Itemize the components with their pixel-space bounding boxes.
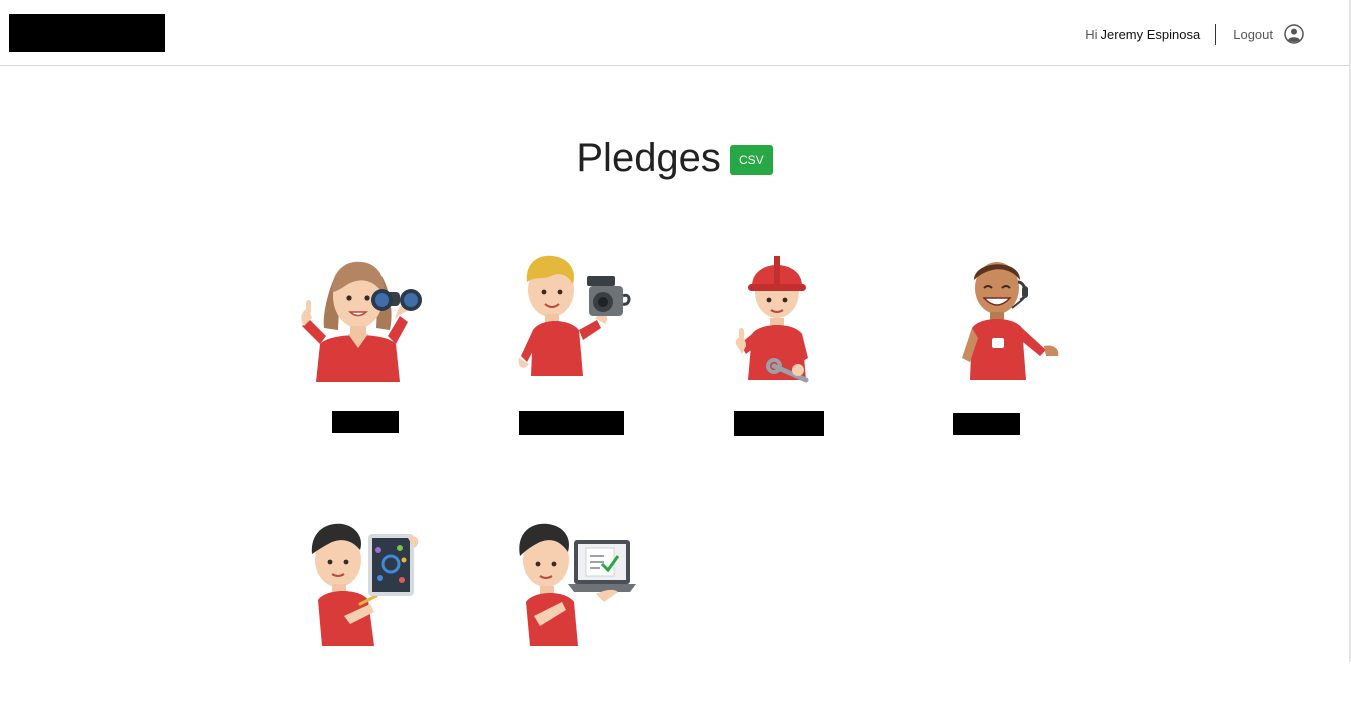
logout-link[interactable]: Logout (1233, 27, 1273, 42)
video-camera-man-illustration (518, 255, 631, 376)
user-circle-icon[interactable] (1284, 24, 1304, 44)
greeting-prefix: Hi (1085, 26, 1098, 42)
pledge-name-redacted (953, 413, 1020, 435)
csv-export-button[interactable]: CSV (729, 145, 773, 175)
pledge-card-6[interactable] (500, 516, 700, 716)
brand-logo[interactable] (9, 14, 165, 52)
laptop-checklist-man-illustration (519, 523, 636, 646)
headset-agent-illustration (962, 262, 1059, 380)
pledge-name-redacted (332, 411, 399, 433)
user-menu-divider (1215, 23, 1217, 45)
top-navbar: Hi Jeremy Espinosa Logout (0, 0, 1349, 66)
pledge-name-redacted (519, 411, 624, 435)
page-title-row: Pledges CSV (0, 132, 1349, 184)
page-title: Pledges (576, 136, 721, 180)
pledge-card-2[interactable] (507, 246, 707, 446)
user-name: Jeremy Espinosa (1100, 26, 1201, 42)
pledge-card-1[interactable] (290, 246, 490, 446)
pledge-name-redacted (734, 411, 824, 436)
user-greeting: Hi Jeremy Espinosa (1085, 27, 1200, 42)
pledge-card-5[interactable] (290, 516, 490, 716)
user-menu: Hi Jeremy Espinosa Logout (1085, 22, 1304, 46)
pledge-card-4[interactable] (942, 246, 1142, 446)
binoculars-woman-illustration (301, 261, 422, 382)
tablet-designer-illustration (311, 523, 419, 646)
pledge-card-3[interactable] (722, 246, 922, 446)
hard-hat-worker-illustration (735, 256, 809, 383)
